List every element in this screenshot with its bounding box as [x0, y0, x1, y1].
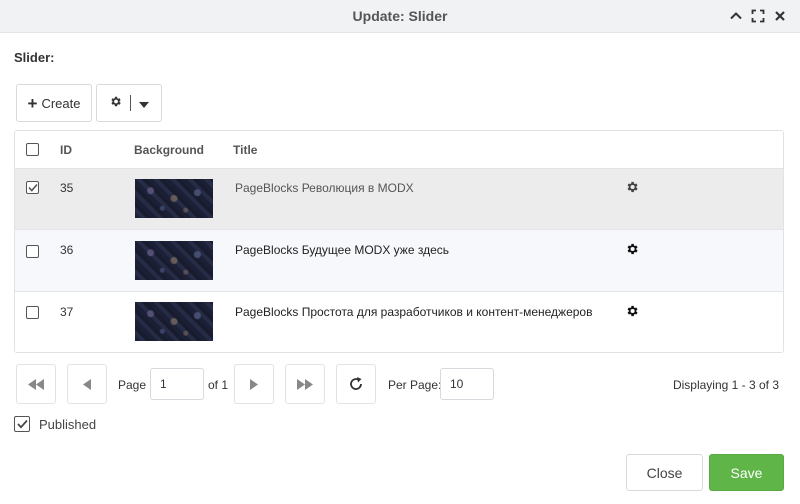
checkmark-icon: [16, 419, 28, 429]
column-header-background[interactable]: Background: [134, 143, 204, 157]
row-title: PageBlocks Будущее MODX уже здесь: [235, 243, 450, 257]
fullscreen-icon[interactable]: [750, 7, 766, 25]
gear-icon: [109, 95, 122, 111]
close-button[interactable]: Close: [626, 454, 703, 491]
checkmark-icon: [27, 183, 38, 192]
slides-grid: ID Background Title 35 PageBlocks Револю…: [14, 130, 784, 353]
section-label: Slider:: [14, 50, 55, 65]
first-page-icon: [28, 378, 44, 390]
row-gear-icon[interactable]: [625, 180, 639, 194]
displaying-info: Displaying 1 - 3 of 3: [672, 378, 779, 392]
per-page-label: Per Page:: [388, 378, 442, 392]
published-label[interactable]: Published: [39, 417, 96, 432]
close-icon[interactable]: [772, 7, 788, 25]
row-gear-icon[interactable]: [625, 242, 639, 256]
save-button[interactable]: Save: [709, 454, 784, 491]
row-id: 37: [60, 305, 74, 319]
published-checkbox[interactable]: [14, 416, 30, 432]
page-number-input[interactable]: [150, 368, 204, 400]
row-checkbox[interactable]: [26, 245, 39, 258]
row-id: 35: [60, 181, 74, 195]
row-title: PageBlocks Революция в MODX: [235, 181, 414, 195]
next-page-icon: [250, 378, 258, 390]
row-gear-icon[interactable]: [625, 304, 639, 318]
window-tools: [728, 7, 788, 25]
per-page-input[interactable]: [440, 368, 494, 400]
select-all-checkbox[interactable]: [26, 143, 39, 156]
row-id: 36: [60, 243, 74, 257]
last-page-button[interactable]: [285, 364, 325, 404]
column-header-title[interactable]: Title: [233, 143, 257, 157]
refresh-button[interactable]: [336, 364, 376, 404]
column-header-id[interactable]: ID: [60, 143, 72, 157]
background-thumbnail: [135, 302, 213, 341]
table-row[interactable]: 37 PageBlocks Простота для разработчиков…: [15, 292, 783, 352]
page-label: Page: [118, 378, 147, 392]
window-titlebar: Update: Slider: [0, 0, 800, 33]
last-page-icon: [297, 378, 313, 390]
row-checkbox[interactable]: [26, 181, 39, 194]
background-thumbnail: [135, 179, 213, 218]
table-row[interactable]: 35 PageBlocks Революция в MODX: [15, 169, 783, 230]
bulk-actions-button[interactable]: [96, 84, 162, 122]
window-title: Update: Slider: [352, 8, 448, 24]
grid-header: ID Background Title: [15, 131, 783, 169]
first-page-button[interactable]: [16, 364, 56, 404]
refresh-icon: [350, 377, 362, 390]
background-thumbnail: [135, 241, 213, 280]
plus-icon: +: [27, 93, 38, 113]
collapse-icon[interactable]: [728, 7, 744, 25]
caret-down-icon[interactable]: [139, 96, 149, 111]
table-row[interactable]: 36 PageBlocks Будущее MODX уже здесь: [15, 230, 783, 292]
page-count-label: of 1: [208, 378, 229, 392]
next-page-button[interactable]: [234, 364, 274, 404]
create-label: Create: [41, 95, 81, 111]
row-checkbox[interactable]: [26, 306, 39, 319]
prev-page-icon: [83, 378, 91, 390]
button-separator: [130, 95, 131, 111]
create-button[interactable]: + Create: [16, 84, 92, 122]
row-title: PageBlocks Простота для разработчиков и …: [235, 305, 593, 319]
prev-page-button[interactable]: [67, 364, 107, 404]
